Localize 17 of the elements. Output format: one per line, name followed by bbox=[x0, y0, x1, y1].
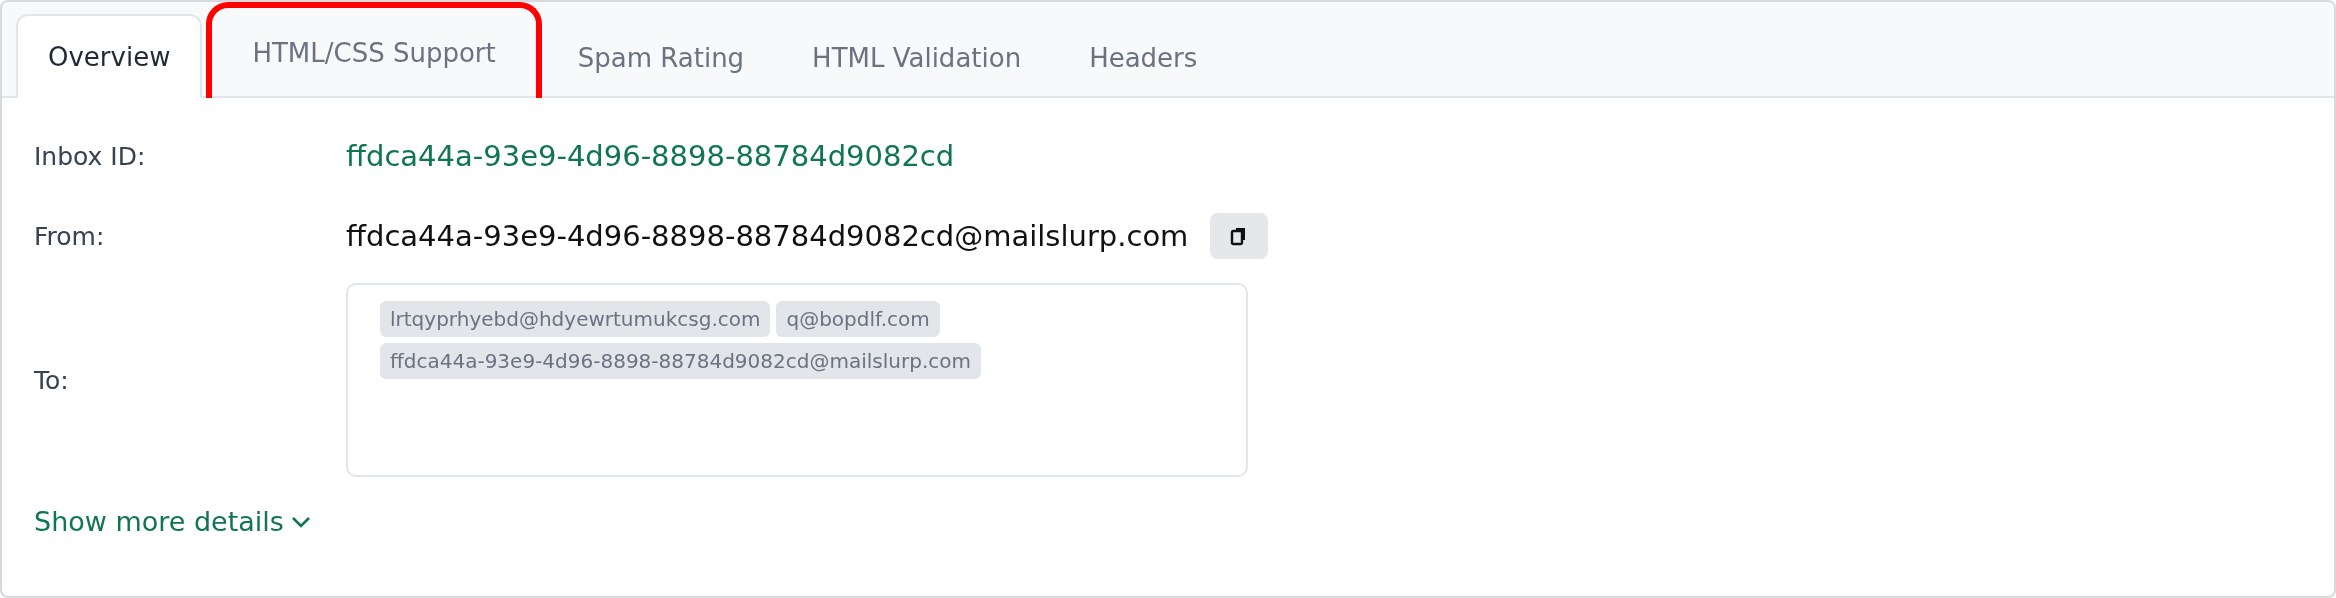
tab[interactable]: HTML Validation bbox=[780, 16, 1054, 98]
chevron-down-icon bbox=[289, 514, 312, 529]
field-label: To: bbox=[34, 365, 70, 395]
inbox-id-value: ffdca44a-93e9-4d96-8898-88784d9082cd bbox=[346, 139, 955, 173]
recipient-tag: ffdca44a-93e9-4d96-8898-88784d9082cd@mailslurp.com bbox=[380, 343, 981, 379]
field-label: Inbox ID: bbox=[34, 141, 147, 171]
tab[interactable]: Spam Rating bbox=[545, 16, 777, 98]
recipient-tag: q@bopdlf.com bbox=[776, 301, 940, 337]
tab[interactable]: Headers bbox=[1057, 16, 1230, 98]
tab[interactable]: Overview bbox=[16, 14, 203, 98]
recipient-tag: lrtqyprhyebd@hdyewrtumukcsg.com bbox=[380, 301, 771, 337]
tab[interactable]: HTML/CSS Support bbox=[206, 2, 542, 98]
field-label: From: bbox=[34, 221, 106, 251]
show-more-link[interactable]: Show more details bbox=[34, 506, 312, 537]
sender-address: ffdca44a-93e9-4d96-8898-88784d9082cd@mailslurp.com bbox=[346, 219, 1189, 253]
recipients-field[interactable]: lrtqyprhyebd@hdyewrtumukcsg.com q@bopdlf.com ffdca44a-93e9-4d96-8898-88784d9082cd@mailslurp.com bbox=[346, 283, 1248, 477]
copy-button[interactable] bbox=[1210, 213, 1269, 259]
